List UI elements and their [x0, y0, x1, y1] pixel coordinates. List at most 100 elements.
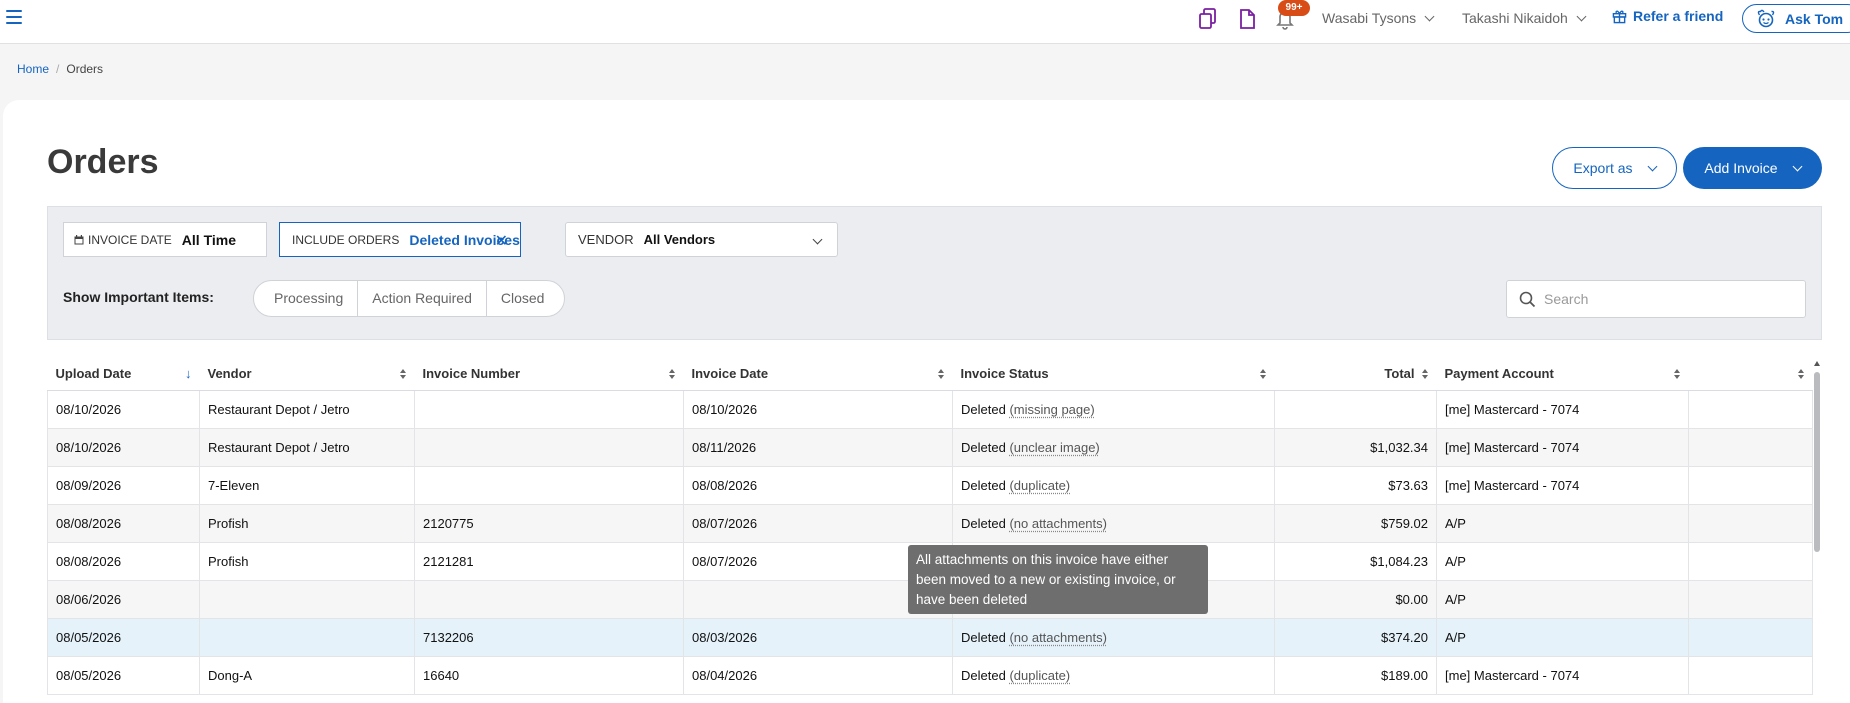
table-row[interactable]: 08/08/2026 Profish 2120775 08/07/2026 De… [48, 504, 1813, 542]
table-row[interactable]: 08/10/2026 Restaurant Depot / Jetro 08/1… [48, 428, 1813, 466]
invoice-date-label: INVOICE DATE [88, 233, 172, 247]
scroll-up-arrow-icon[interactable] [1814, 361, 1820, 366]
status-text: Deleted [961, 440, 1006, 455]
breadcrumb-home[interactable]: Home [17, 62, 49, 76]
column-label: Invoice Status [961, 366, 1049, 381]
extra-cell [1689, 656, 1813, 694]
extra-cell [1689, 618, 1813, 656]
invoice-date-value: All Time [182, 232, 236, 248]
upload-date-cell: 08/10/2026 [48, 428, 200, 466]
vendor-filter[interactable]: VENDOR All Vendors [565, 222, 838, 257]
column-header-invoice-date[interactable]: Invoice Date [684, 358, 953, 390]
add-invoice-button[interactable]: Add Invoice [1683, 147, 1822, 189]
table-row[interactable]: 08/09/2026 7-Eleven 08/08/2026 Deleted (… [48, 466, 1813, 504]
user-selector[interactable]: Takashi Nikaidoh [1462, 10, 1585, 26]
location-name: Wasabi Tysons [1322, 10, 1416, 26]
export-button[interactable]: Export as [1552, 147, 1677, 189]
sort-icon [1422, 369, 1429, 381]
status-text: Deleted [961, 402, 1006, 417]
closed-toggle[interactable]: Closed [487, 281, 565, 316]
payment-account-cell: A/P [1437, 504, 1689, 542]
invoice-date-cell: 08/10/2026 [684, 390, 953, 428]
status-reason-link[interactable]: (no attachments) [1009, 516, 1107, 531]
processing-toggle[interactable]: Processing [254, 281, 358, 316]
status-text: Deleted [961, 516, 1006, 531]
ask-tom-button[interactable]: Ask Tom [1742, 4, 1850, 33]
document-icon[interactable] [1237, 8, 1257, 30]
vendor-filter-value: All Vendors [644, 232, 716, 247]
total-cell: $0.00 [1275, 580, 1437, 618]
refer-friend-link[interactable]: Refer a friend [1612, 8, 1723, 24]
scrollbar-thumb[interactable] [1814, 372, 1820, 552]
sort-descending-icon: ↓ [185, 366, 192, 381]
action-required-toggle[interactable]: Action Required [358, 281, 487, 316]
table-scrollbar[interactable] [1812, 358, 1822, 703]
status-reason-link[interactable]: (unclear image) [1009, 440, 1099, 455]
column-header-upload-date[interactable]: Upload Date ↓ [48, 358, 200, 390]
extra-cell [1689, 580, 1813, 618]
vendor-cell: 7-Eleven [200, 466, 415, 504]
table-row[interactable]: 08/05/2026 7132206 08/03/2026 Deleted (n… [48, 618, 1813, 656]
sort-icon [938, 369, 945, 381]
invoice-number-cell [415, 466, 684, 504]
vendor-cell [200, 618, 415, 656]
column-header-vendor[interactable]: Vendor [200, 358, 415, 390]
status-text: Deleted [961, 630, 1006, 645]
total-cell: $1,032.34 [1275, 428, 1437, 466]
vendor-cell: Restaurant Depot / Jetro [200, 390, 415, 428]
sort-icon [1260, 369, 1267, 381]
vendor-cell: Profish [200, 542, 415, 580]
sort-icon [1674, 369, 1681, 381]
upload-date-cell: 08/05/2026 [48, 656, 200, 694]
breadcrumb: Home / Orders [17, 62, 103, 76]
upload-date-cell: 08/05/2026 [48, 618, 200, 656]
payment-account-cell: A/P [1437, 542, 1689, 580]
upload-date-cell: 08/08/2026 [48, 504, 200, 542]
invoice-date-cell: 08/11/2026 [684, 428, 953, 466]
status-reason-link[interactable]: (duplicate) [1009, 668, 1070, 683]
status-reason-link[interactable]: (duplicate) [1009, 478, 1070, 493]
include-orders-filter[interactable]: INCLUDE ORDERS Deleted Invoices ✕ [279, 222, 521, 257]
vendor-cell: Dong-A [200, 656, 415, 694]
ask-tom-label: Ask Tom [1785, 11, 1843, 27]
payment-account-cell: [me] Mastercard - 7074 [1437, 428, 1689, 466]
important-items-toggle: Processing Action Required Closed [253, 280, 565, 317]
column-header-total[interactable]: Total [1275, 358, 1437, 390]
close-icon[interactable]: ✕ [495, 231, 508, 251]
extra-cell [1689, 428, 1813, 466]
total-cell [1275, 390, 1437, 428]
invoice-date-cell: 08/08/2026 [684, 466, 953, 504]
status-tooltip: All attachments on this invoice have eit… [908, 545, 1208, 614]
column-header-invoice-status[interactable]: Invoice Status [953, 358, 1275, 390]
include-orders-label: INCLUDE ORDERS [292, 233, 399, 247]
status-reason-link[interactable]: (missing page) [1009, 402, 1094, 417]
column-label: Vendor [208, 366, 252, 381]
total-cell: $1,084.23 [1275, 542, 1437, 580]
column-header-extra[interactable] [1689, 358, 1813, 390]
vendor-filter-label: VENDOR [578, 232, 634, 247]
invoice-status-cell: Deleted (missing page) [953, 390, 1275, 428]
invoice-number-cell [415, 428, 684, 466]
menu-icon[interactable] [6, 10, 22, 26]
orders-table: Upload Date ↓ Vendor Invoice Number Invoi… [47, 358, 1813, 695]
table-row[interactable]: 08/05/2026 Dong-A 16640 08/04/2026 Delet… [48, 656, 1813, 694]
vendor-cell [200, 580, 415, 618]
location-selector[interactable]: Wasabi Tysons [1322, 10, 1433, 26]
status-reason-link[interactable]: (no attachments) [1009, 630, 1107, 645]
invoice-date-filter[interactable]: INVOICE DATE All Time [63, 222, 267, 257]
search-input[interactable] [1544, 291, 1784, 307]
copy-documents-icon[interactable] [1198, 8, 1218, 30]
chef-bot-icon [1755, 9, 1777, 29]
extra-cell [1689, 390, 1813, 428]
vendor-cell: Restaurant Depot / Jetro [200, 428, 415, 466]
table-row[interactable]: 08/10/2026 Restaurant Depot / Jetro 08/1… [48, 390, 1813, 428]
invoice-status-cell: Deleted (no attachments) [953, 504, 1275, 542]
invoice-number-cell: 2121281 [415, 542, 684, 580]
refer-friend-label: Refer a friend [1633, 8, 1723, 24]
payment-account-cell: A/P [1437, 618, 1689, 656]
column-header-payment-account[interactable]: Payment Account [1437, 358, 1689, 390]
total-cell: $759.02 [1275, 504, 1437, 542]
column-header-invoice-number[interactable]: Invoice Number [415, 358, 684, 390]
user-name: Takashi Nikaidoh [1462, 10, 1568, 26]
page-title: Orders [47, 143, 159, 182]
